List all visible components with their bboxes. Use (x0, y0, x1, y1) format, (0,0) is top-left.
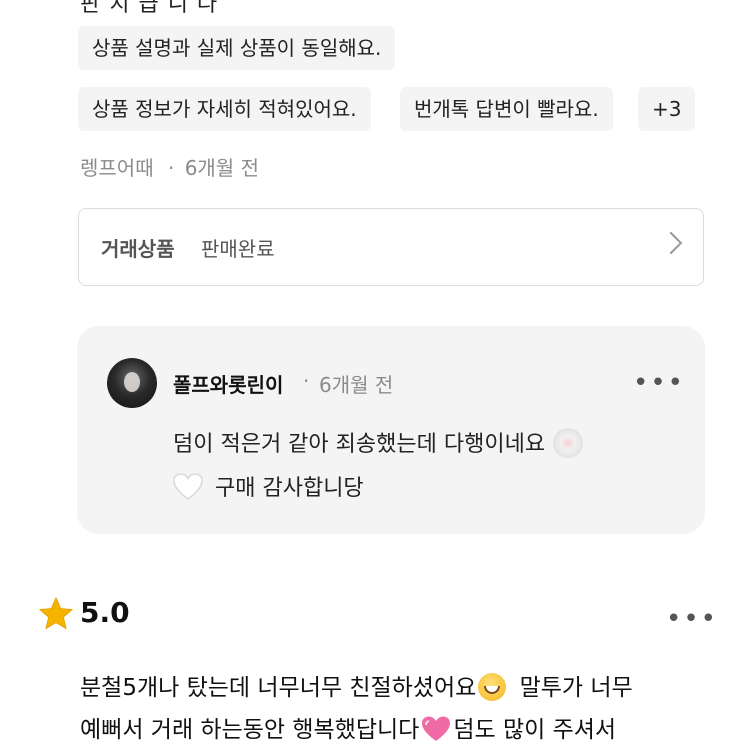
review-text-line: 예뻐서 거래 하는동안 행복했답니다 덤도 많이 주셔서 (80, 710, 616, 745)
review-rating: 5.0 (80, 596, 130, 629)
white-heart-emoji-icon (173, 472, 203, 502)
more-options-icon[interactable]: ••• (666, 606, 718, 632)
meta-separator: · (303, 369, 310, 393)
trade-label: 거래상품 (101, 237, 175, 261)
reply-time: 6개월 전 (319, 373, 394, 397)
trade-item-link[interactable]: 거래상품 판매완료 (78, 208, 704, 286)
reply-text-line: 구매 감사합니당 (173, 470, 364, 504)
review-author[interactable]: 렝프어때 (80, 156, 154, 180)
review-text: 분철5개나 탔는데 너무너무 친절하셨어요 (80, 675, 477, 701)
avatar[interactable] (107, 358, 157, 408)
meta-separator: · (167, 156, 175, 180)
cake-emoji-icon (553, 428, 584, 458)
review-meta: 렝프어때 · 6개월 전 (80, 152, 259, 181)
chevron-right-icon (659, 231, 683, 255)
reply-text: 덤이 적은거 같아 죄송했는데 다행이네요 (173, 432, 546, 457)
review-text: 예뻐서 거래 하는동안 행복했답니다 (80, 717, 420, 743)
reply-text-line: 덤이 적은거 같아 죄송했는데 다행이네요 (173, 426, 584, 460)
review-time: 6개월 전 (184, 156, 259, 180)
seller-reply-card: 폴프와롯린이 · 6개월 전 ••• 덤이 적은거 같아 죄송했는데 다행이네요… (77, 326, 705, 534)
grinning-face-emoji-icon (478, 672, 507, 701)
more-options-icon[interactable]: ••• (633, 370, 685, 396)
review-tag-chip: 상품 설명과 실제 상품이 동일해요. (78, 26, 396, 70)
review-text: 덤도 많이 주셔서 (453, 717, 617, 743)
reply-text: 구매 감사합니당 (215, 476, 364, 501)
review-text-line: 분철5개나 탔는데 너무너무 친절하셨어요 말투가 너무 (80, 668, 633, 703)
review-text: 말투가 너무 (519, 675, 633, 701)
review-tag-chip: 번개톡 답변이 빨라요. (400, 87, 613, 131)
trade-status: 판매완료 (201, 237, 275, 261)
pink-heart-emoji-icon (421, 715, 451, 743)
review-tag-chip: 상품 정보가 자세히 적혀있어요. (78, 87, 371, 131)
previous-review-cut-text: 판 치 급 니 다 (80, 0, 219, 17)
star-icon (38, 596, 74, 632)
reply-author[interactable]: 폴프와롯린이 (173, 369, 283, 398)
more-tags-chip[interactable]: +3 (638, 87, 696, 131)
